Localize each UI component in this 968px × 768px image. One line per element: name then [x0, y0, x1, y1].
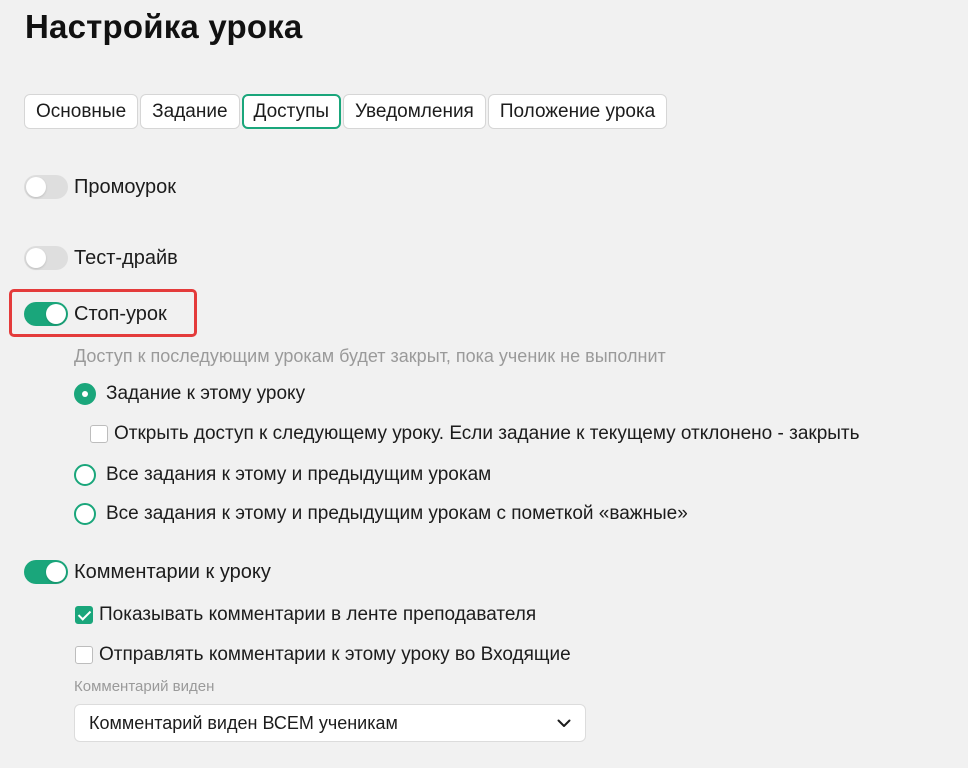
- promo-toggle-row: Промоурок: [24, 175, 176, 199]
- comments-toggle-row: Комментарии к уроку: [24, 560, 271, 584]
- promo-toggle[interactable]: [24, 175, 68, 199]
- tab-bar: Основные Задание Доступы Уведомления Пол…: [24, 94, 668, 129]
- show-comments-label: Показывать комментарии в ленте преподава…: [99, 604, 537, 625]
- page-title: Настройка урока: [25, 8, 303, 45]
- tab-lesson-position[interactable]: Положение урока: [487, 94, 668, 129]
- promo-toggle-label: Промоурок: [74, 175, 177, 198]
- stop-option-label: Все задания к этому и предыдущим урокам: [106, 464, 492, 485]
- stop-option-important[interactable]: Все задания к этому и предыдущим урокам …: [74, 503, 688, 525]
- tab-main[interactable]: Основные: [24, 94, 139, 129]
- comments-toggle[interactable]: [24, 560, 68, 584]
- stop-option-label: Задание к этому уроку: [106, 383, 306, 404]
- inbox-comments-label: Отправлять комментарии к этому уроку во …: [99, 644, 571, 665]
- checkbox[interactable]: [90, 425, 108, 443]
- tab-notifications[interactable]: Уведомления: [343, 94, 486, 129]
- stop-sub-option[interactable]: Открыть доступ к следующему уроку. Если …: [90, 423, 860, 445]
- checkbox[interactable]: [75, 606, 93, 624]
- radio-button[interactable]: [74, 503, 96, 525]
- radio-button[interactable]: [74, 383, 96, 405]
- show-comments-option[interactable]: Показывать комментарии в ленте преподава…: [75, 604, 536, 626]
- stop-toggle[interactable]: [24, 302, 68, 326]
- stop-option-all[interactable]: Все задания к этому и предыдущим урокам: [74, 464, 491, 486]
- comments-toggle-label: Комментарии к уроку: [74, 560, 271, 583]
- inbox-comments-option[interactable]: Отправлять комментарии к этому уроку во …: [75, 644, 571, 666]
- stop-toggle-row: Стоп-урок: [24, 302, 167, 326]
- stop-hint-text: Доступ к последующим урокам будет закрыт…: [74, 346, 666, 366]
- testdrive-toggle-label: Тест-драйв: [74, 246, 178, 269]
- checkbox[interactable]: [75, 646, 93, 664]
- stop-sub-option-label: Открыть доступ к следующему уроку. Если …: [114, 423, 860, 444]
- visibility-field-label: Комментарий виден: [74, 678, 215, 695]
- chevron-down-icon: [557, 716, 571, 730]
- radio-button[interactable]: [74, 464, 96, 486]
- visibility-select-value: Комментарий виден ВСЕМ ученикам: [89, 712, 398, 733]
- testdrive-toggle[interactable]: [24, 246, 68, 270]
- stop-option-label: Все задания к этому и предыдущим урокам …: [106, 503, 688, 524]
- testdrive-toggle-row: Тест-драйв: [24, 246, 178, 270]
- tab-access[interactable]: Доступы: [241, 94, 342, 129]
- tab-assignment[interactable]: Задание: [140, 94, 240, 129]
- visibility-select[interactable]: Комментарий виден ВСЕМ ученикам: [74, 704, 586, 742]
- stop-option-current[interactable]: Задание к этому уроку: [74, 383, 305, 405]
- stop-toggle-label: Стоп-урок: [74, 302, 167, 325]
